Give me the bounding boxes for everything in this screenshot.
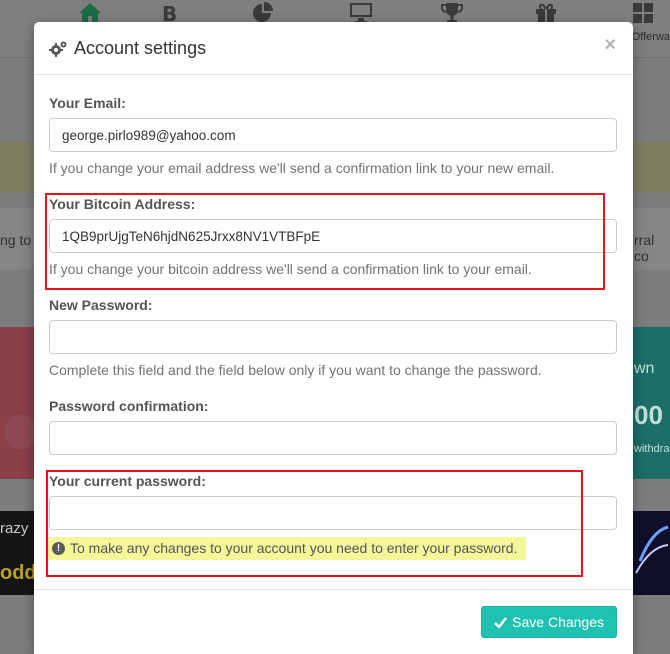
teal-card-value: 00 — [634, 400, 663, 430]
new-password-field[interactable] — [49, 320, 617, 354]
monitor-icon[interactable] — [349, 2, 373, 24]
modal-header: Account settings × — [34, 22, 633, 75]
account-settings-modal: Account settings × Your Email: If you ch… — [34, 22, 633, 654]
bitcoin-highlight-box — [45, 193, 605, 290]
new-password-label: New Password: — [49, 297, 153, 313]
check-icon — [494, 616, 508, 628]
left-edge-text: ng to — [0, 232, 32, 248]
home-icon[interactable] — [78, 2, 102, 24]
password-confirmation-label: Password confirmation: — [49, 398, 209, 414]
modal-footer-divider — [34, 589, 633, 590]
close-icon[interactable]: × — [604, 35, 616, 55]
gears-icon — [49, 41, 67, 57]
bitcoin-icon[interactable]: B — [159, 2, 183, 24]
svg-text:B: B — [162, 2, 177, 24]
save-changes-label: Save Changes — [512, 614, 604, 630]
password-confirmation-field[interactable] — [49, 421, 617, 455]
email-label: Your Email: — [49, 95, 126, 111]
email-help-text: If you change your email address we'll s… — [49, 160, 555, 176]
pie-chart-icon[interactable] — [251, 2, 275, 24]
grid-icon[interactable] — [632, 2, 656, 24]
banner-graphic-icon — [635, 525, 669, 574]
teal-card-text-3: withdra — [634, 443, 670, 455]
left-banner-text-2: odd — [0, 562, 37, 584]
new-password-help-text: Complete this field and the field below … — [49, 362, 542, 378]
trophy-icon[interactable] — [440, 2, 464, 24]
right-edge-text: rral co — [634, 232, 655, 264]
email-field[interactable] — [49, 118, 617, 152]
nav-offerwall-label[interactable]: Offerwa — [632, 31, 670, 43]
save-changes-button[interactable]: Save Changes — [481, 606, 617, 638]
modal-title: Account settings — [49, 38, 206, 59]
right-banner[interactable] — [632, 511, 670, 595]
red-card-decoration — [4, 415, 38, 449]
teal-card-text-1: wn — [634, 360, 655, 377]
left-banner-text-1: razy — [0, 520, 29, 537]
modal-title-text: Account settings — [74, 38, 207, 58]
gift-icon[interactable] — [534, 2, 558, 24]
current-password-highlight-box — [46, 470, 583, 577]
